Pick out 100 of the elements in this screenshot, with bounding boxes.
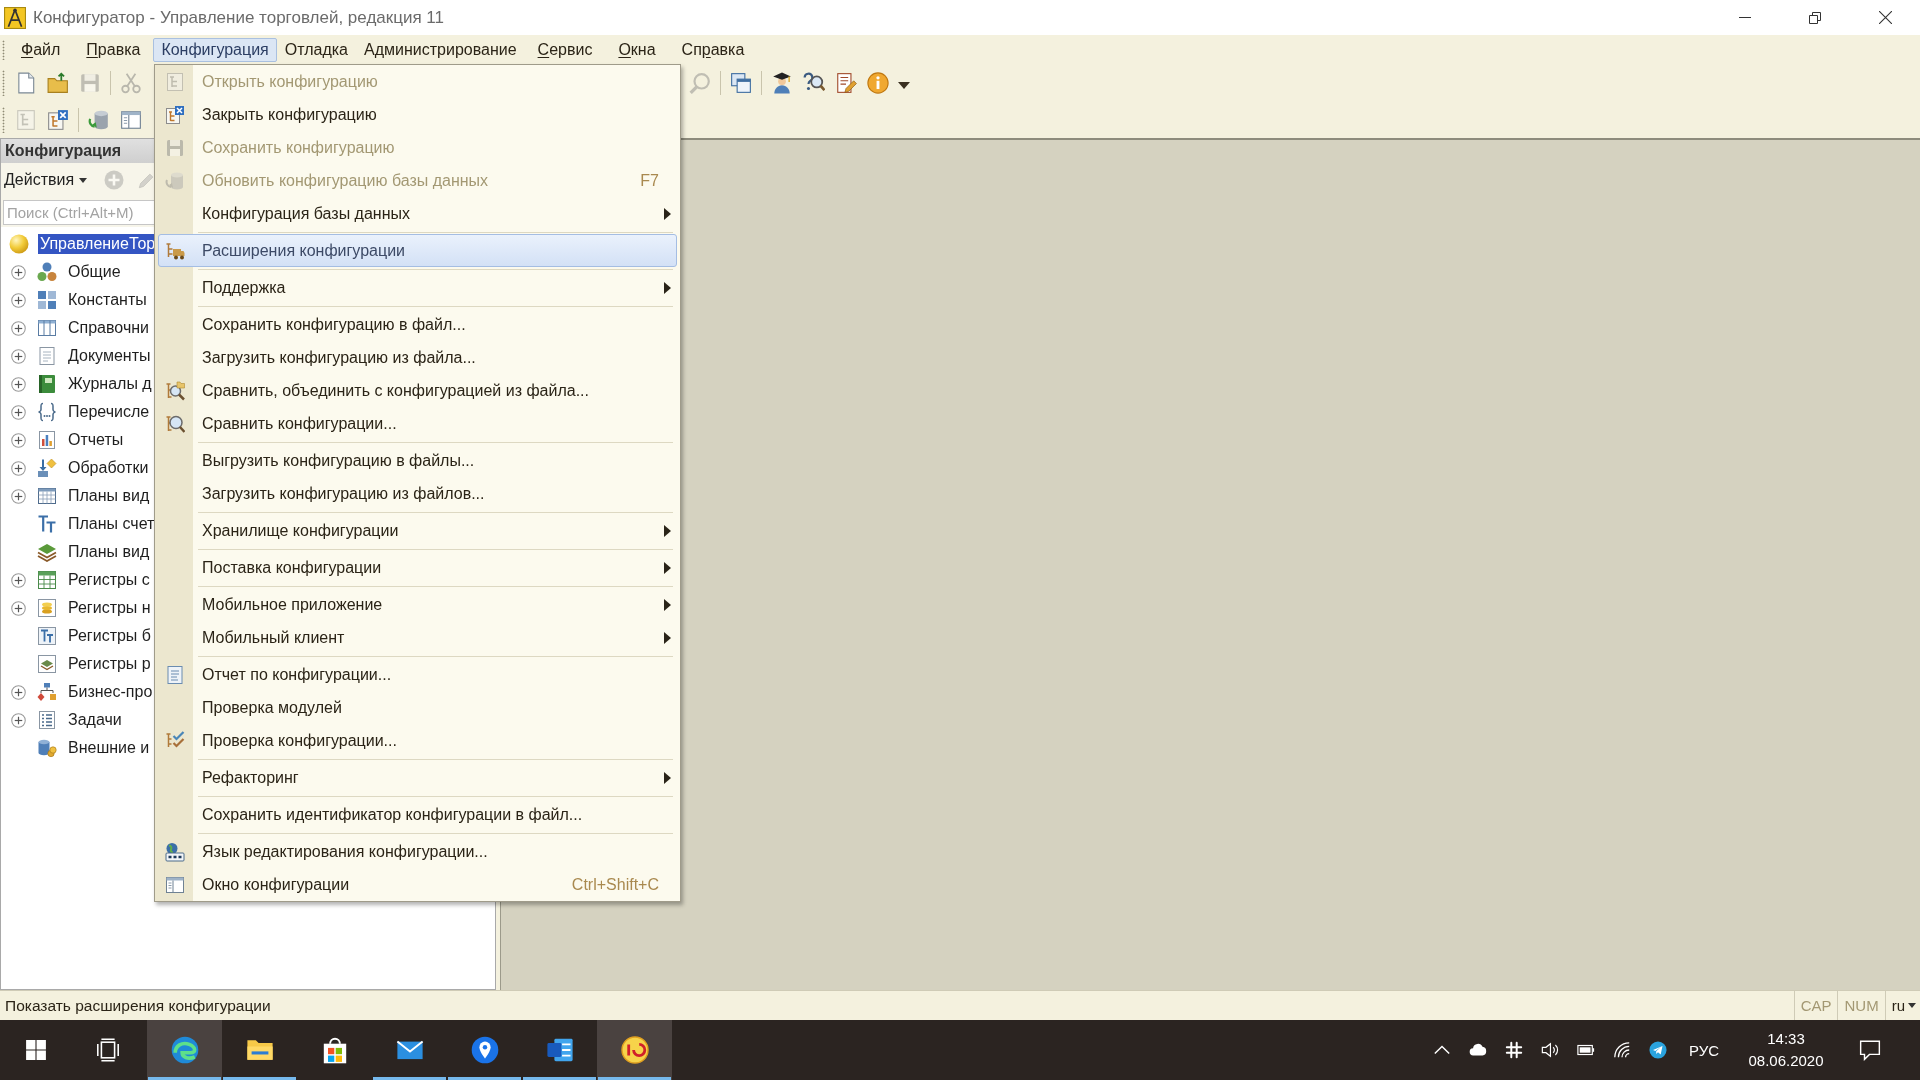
menu-item[interactable]: Поставка конфигурации (158, 551, 677, 584)
expand-icon[interactable] (11, 600, 26, 616)
expand-icon[interactable] (11, 684, 26, 700)
tree-item[interactable]: Планы вид (66, 486, 152, 506)
circles-icon (37, 262, 57, 282)
signal-arcs-icon[interactable] (1613, 1041, 1631, 1059)
t-shapes-icon (37, 514, 57, 534)
notification-icon[interactable] (1859, 1039, 1881, 1061)
tree-item[interactable]: Перечисле (66, 402, 152, 422)
tree-item[interactable]: Регистры н (66, 598, 153, 618)
menu-bar-item[interactable]: Сервис (524, 37, 606, 62)
compass-icon (4, 6, 26, 29)
help-search-icon[interactable] (803, 71, 825, 94)
menu-item[interactable]: Проверка конфигурации... (158, 724, 677, 757)
new-document-icon[interactable] (15, 71, 37, 94)
tree-item[interactable]: Обработки (66, 458, 151, 478)
paper-plane-icon[interactable] (1649, 1041, 1667, 1059)
expand-icon[interactable] (11, 264, 26, 280)
clock-date[interactable]: 08.06.2020 (1748, 1050, 1824, 1072)
clock-time[interactable]: 14:33 (1767, 1028, 1805, 1050)
expand-icon[interactable] (11, 292, 26, 308)
menu-item[interactable]: Сравнить конфигурации... (158, 407, 677, 440)
toolbar-grip[interactable] (2, 69, 5, 96)
document-icon (164, 664, 185, 685)
folder-icon[interactable] (47, 71, 69, 94)
menu-grip[interactable] (2, 39, 5, 60)
tree-item[interactable]: Регистры с (66, 570, 152, 590)
tree-item[interactable]: Регистры р (66, 654, 153, 674)
map-pin-icon (470, 1036, 499, 1064)
menu-item[interactable]: Мобильное приложение (158, 588, 677, 621)
menu-bar-item[interactable]: Справка (668, 37, 758, 62)
tree-icon (164, 71, 185, 92)
braces-icon (37, 402, 57, 422)
taskbar-app-button[interactable] (597, 1020, 672, 1080)
table-icon (37, 570, 57, 590)
shortcut-text: Ctrl+Shift+C (571, 875, 659, 894)
menu-item[interactable]: Расширения конфигурации (158, 234, 677, 267)
info-icon[interactable] (867, 71, 889, 94)
task-view-icon (96, 1038, 120, 1062)
overlapping-windows-icon[interactable] (730, 71, 752, 94)
expand-icon[interactable] (11, 404, 26, 420)
tree-item[interactable]: Внешние и (66, 738, 152, 758)
tree-item[interactable]: Справочни (66, 318, 151, 338)
toolbar-grip[interactable] (2, 106, 5, 133)
menu-item[interactable]: Сравнить, объединить с конфигурацией из файла... (158, 374, 677, 407)
menu-item[interactable]: Окно конфигурации Ctrl+Shift+C (158, 868, 677, 901)
flowchart-icon (37, 682, 57, 702)
tree-item[interactable]: Регистры б (66, 626, 153, 646)
expand-icon[interactable] (11, 572, 26, 588)
expand-icon[interactable] (11, 460, 26, 476)
window-icon[interactable] (120, 108, 142, 131)
menu-item[interactable]: Хранилище конфигурации (158, 514, 677, 547)
tree-item[interactable]: Планы счет (66, 514, 157, 534)
ball-icon (9, 234, 29, 254)
tree-item[interactable]: Задачи (66, 710, 124, 730)
expand-icon[interactable] (11, 348, 26, 364)
menu-bar-item[interactable]: Окна (605, 37, 669, 62)
expand-icon[interactable] (11, 376, 26, 392)
menu-bar-item[interactable]: Правка (73, 37, 154, 62)
tree-item[interactable]: Отчеты (66, 430, 126, 450)
tree-item[interactable]: Константы (66, 290, 149, 310)
menu-item[interactable]: Поддержка (158, 271, 677, 304)
caret-icon (1908, 1003, 1916, 1008)
menu-item[interactable]: Рефакторинг (158, 761, 677, 794)
menu-item[interactable]: Закрыть конфигурацию (158, 98, 677, 131)
menu-item[interactable]: Выгрузить конфигурацию в файлы... (158, 444, 677, 477)
database-arrow-icon[interactable] (88, 108, 110, 131)
input-language[interactable]: РУС (1676, 1041, 1732, 1059)
menu-item[interactable]: Проверка модулей (158, 691, 677, 724)
hash-icon[interactable] (1505, 1041, 1523, 1059)
expand-icon[interactable] (11, 488, 26, 504)
dropdown-caret-icon[interactable] (898, 82, 910, 89)
magnifier-folder-icon (164, 380, 185, 401)
actions-dropdown[interactable]: Действия (4, 171, 88, 189)
menu-item[interactable]: Сохранить идентификатор конфигурации в файл... (158, 798, 677, 831)
tree-item[interactable]: Документы (66, 346, 153, 366)
expand-icon[interactable] (11, 712, 26, 728)
menu-bar-item[interactable]: Администрирование (356, 37, 525, 62)
menu-bar-item[interactable]: Отладка (276, 37, 356, 62)
tree-cross-icon[interactable] (47, 108, 69, 131)
graduate-icon[interactable] (771, 71, 793, 94)
taskbar-app-button[interactable] (147, 1020, 222, 1080)
menu-item[interactable]: Загрузить конфигурацию из файла... (158, 341, 677, 374)
expand-icon[interactable] (11, 320, 26, 336)
swirl-icon (170, 1036, 199, 1064)
speaker-icon[interactable] (1541, 1041, 1559, 1059)
tree-item[interactable]: Общие (66, 262, 123, 282)
menu-item[interactable]: Загрузить конфигурацию из файлов... (158, 477, 677, 510)
tree-item[interactable]: Журналы д (66, 374, 154, 394)
document-pencil-icon[interactable] (835, 71, 857, 94)
menu-item[interactable]: Язык редактирования конфигурации... (158, 835, 677, 868)
menu-item[interactable]: Конфигурация базы данных (158, 197, 677, 230)
menu-bar-item[interactable]: Конфигурация (153, 37, 277, 62)
tree-item[interactable]: Планы вид (66, 542, 152, 562)
tree-item[interactable]: Бизнес-про (66, 682, 155, 702)
menu-item[interactable]: Мобильный клиент (158, 621, 677, 654)
menu-bar-item[interactable]: Файл (8, 37, 74, 62)
expand-icon[interactable] (11, 432, 26, 448)
menu-item[interactable]: Отчет по конфигурации... (158, 658, 677, 691)
menu-item[interactable]: Сохранить конфигурацию в файл... (158, 308, 677, 341)
